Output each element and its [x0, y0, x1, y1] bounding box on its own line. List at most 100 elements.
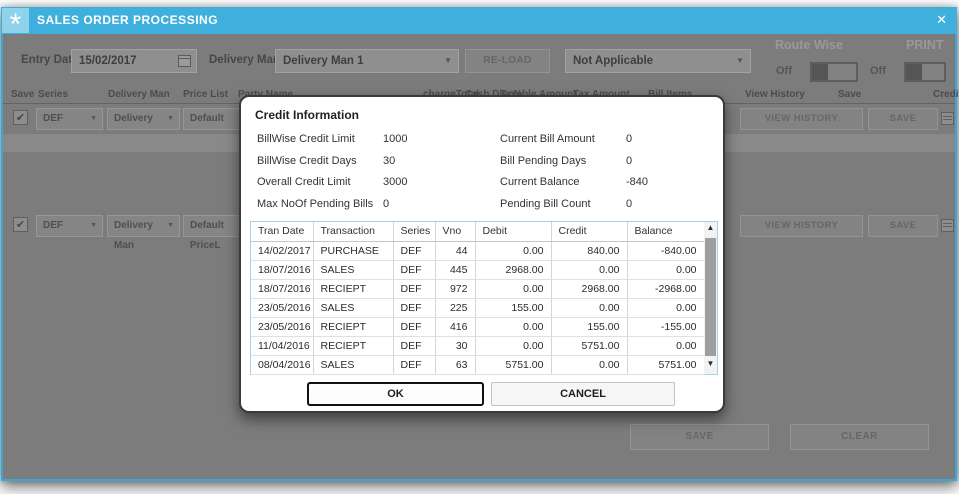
- cell: DEF: [393, 260, 436, 280]
- credit-field: Current Balance -840: [500, 176, 712, 198]
- cell: 972: [435, 279, 476, 299]
- field-label: Max NoOf Pending Bills: [257, 197, 374, 210]
- row-save-button[interactable]: SAVE: [868, 108, 938, 130]
- table-row[interactable]: 23/05/2016 SALES DEF 225 155.00 0.00 0.00: [251, 298, 705, 318]
- credit-table-body: 14/02/2017 PURCHASE DEF 44 0.00 840.00 -840.00…: [251, 241, 705, 375]
- credit-field: Pending Bill Count 0: [500, 198, 712, 220]
- grid-column-header: Save: [11, 89, 35, 100]
- cell: 155.00: [475, 298, 552, 318]
- cell: DEF: [393, 355, 436, 375]
- credit-details-icon[interactable]: [941, 219, 954, 232]
- calendar-icon[interactable]: [178, 55, 191, 67]
- table-row[interactable]: 23/05/2016 RECIEPT DEF 416 0.00 155.00 -155.00: [251, 317, 705, 337]
- dialog-title: Credit Information: [255, 108, 359, 122]
- close-icon[interactable]: ✕: [936, 12, 947, 28]
- field-value: 30: [383, 154, 396, 167]
- field-value: 0: [626, 154, 633, 167]
- column-header: Vno: [435, 222, 476, 242]
- cell: SALES: [313, 298, 394, 318]
- chevron-down-icon: ▼: [444, 56, 452, 65]
- titlebar: * SALES ORDER PROCESSING ✕: [1, 7, 957, 34]
- check-icon: ✔: [15, 219, 26, 231]
- cell: RECIEPT: [313, 336, 394, 356]
- route-wise-label: Route Wise: [775, 38, 843, 52]
- scroll-up-icon[interactable]: ▲: [704, 223, 717, 237]
- dialog-buttons: OK CANCEL: [307, 382, 675, 406]
- cell: SALES: [313, 260, 394, 280]
- chevron-down-icon: ▼: [167, 222, 174, 229]
- field-label: Overall Credit Limit: [257, 176, 351, 188]
- reload-button[interactable]: RE-LOAD: [465, 49, 550, 73]
- column-header: Debit: [475, 222, 552, 242]
- cell: -840.00: [627, 241, 705, 261]
- print-label: PRINT: [906, 38, 944, 52]
- cell: 2968.00: [551, 279, 628, 299]
- view-history-button[interactable]: VIEW HISTORY: [740, 108, 863, 130]
- field-value: -840: [626, 176, 649, 188]
- cell: 44: [435, 241, 476, 261]
- cell: 23/05/2016: [251, 298, 314, 318]
- print-toggle[interactable]: [904, 62, 946, 82]
- column-header: Balance: [627, 222, 705, 242]
- table-row[interactable]: 08/04/2016 SALES DEF 63 5751.00 0.00 5751.00: [251, 355, 705, 375]
- credit-fields: BillWise Credit Limit 1000 BillWise Credit…: [257, 133, 712, 219]
- cell: DEF: [393, 317, 436, 337]
- footer-save-button[interactable]: SAVE: [630, 424, 769, 450]
- entry-date-value: 15/02/2017: [79, 55, 137, 67]
- save-checkbox[interactable]: ✔: [13, 217, 28, 232]
- field-value: 3000: [383, 176, 408, 188]
- cell: 5751.00: [475, 355, 552, 375]
- cancel-button[interactable]: CANCEL: [491, 382, 675, 406]
- field-value: 0: [626, 197, 633, 210]
- cell: -2968.00: [627, 279, 705, 299]
- delivery-man-row-select[interactable]: Delivery Man▼: [107, 215, 180, 251]
- scroll-thumb[interactable]: [705, 238, 716, 356]
- field-label: BillWise Credit Limit: [257, 133, 355, 145]
- applicable-select[interactable]: Not Applicable ▼: [565, 49, 751, 73]
- row-save-button[interactable]: SAVE: [868, 215, 938, 237]
- route-wise-toggle[interactable]: [810, 62, 858, 82]
- field-label: Current Balance: [500, 176, 580, 188]
- delivery-man-row-select[interactable]: Delivery Man▼: [107, 108, 180, 144]
- column-header: Credit: [551, 222, 628, 242]
- scroll-down-icon[interactable]: ▼: [704, 359, 717, 373]
- applicable-value: Not Applicable: [573, 55, 654, 67]
- credit-field: Current Bill Amount 0: [500, 133, 712, 155]
- field-value: 1000: [383, 133, 408, 145]
- cell: 0.00: [475, 241, 552, 261]
- credit-details-icon[interactable]: [941, 112, 954, 125]
- view-history-button[interactable]: VIEW HISTORY: [740, 215, 863, 237]
- cell: 0.00: [551, 260, 628, 280]
- grid-column-header: View History: [745, 89, 805, 100]
- check-icon: ✔: [15, 112, 26, 124]
- cell: 23/05/2016: [251, 317, 314, 337]
- cell: 0.00: [475, 336, 552, 356]
- table-row[interactable]: 14/02/2017 PURCHASE DEF 44 0.00 840.00 -840.00: [251, 241, 705, 261]
- window-title: SALES ORDER PROCESSING: [37, 13, 219, 27]
- series-select[interactable]: DEF ▼: [36, 215, 103, 237]
- footer-clear-button[interactable]: CLEAR: [790, 424, 929, 450]
- cell: 08/04/2016: [251, 355, 314, 375]
- save-checkbox[interactable]: ✔: [13, 110, 28, 125]
- cell: 0.00: [627, 260, 705, 280]
- credit-information-dialog: Credit Information BillWise Credit Limit…: [239, 95, 725, 413]
- cell: 30: [435, 336, 476, 356]
- cell: 0.00: [627, 336, 705, 356]
- scrollbar[interactable]: ▲ ▼: [704, 222, 717, 374]
- field-label: Current Bill Amount: [500, 133, 595, 145]
- delivery-man-select[interactable]: Delivery Man 1 ▼: [275, 49, 459, 73]
- cell: 840.00: [551, 241, 628, 261]
- cell: DEF: [393, 298, 436, 318]
- series-select[interactable]: DEF ▼: [36, 108, 103, 130]
- table-row[interactable]: 18/07/2016 SALES DEF 445 2968.00 0.00 0.00: [251, 260, 705, 280]
- ok-button[interactable]: OK: [307, 382, 484, 406]
- column-header: Tran Date: [251, 222, 314, 242]
- table-row[interactable]: 11/04/2016 RECIEPT DEF 30 0.00 5751.00 0.00: [251, 336, 705, 356]
- cell: DEF: [393, 241, 436, 261]
- column-header: Transaction: [313, 222, 394, 242]
- cell: 18/07/2016: [251, 260, 314, 280]
- table-row[interactable]: 18/07/2016 RECIEPT DEF 972 0.00 2968.00 -2968.…: [251, 279, 705, 299]
- entry-date-input[interactable]: 15/02/2017: [71, 49, 197, 73]
- cell: 18/07/2016: [251, 279, 314, 299]
- chevron-down-icon: ▼: [90, 115, 97, 122]
